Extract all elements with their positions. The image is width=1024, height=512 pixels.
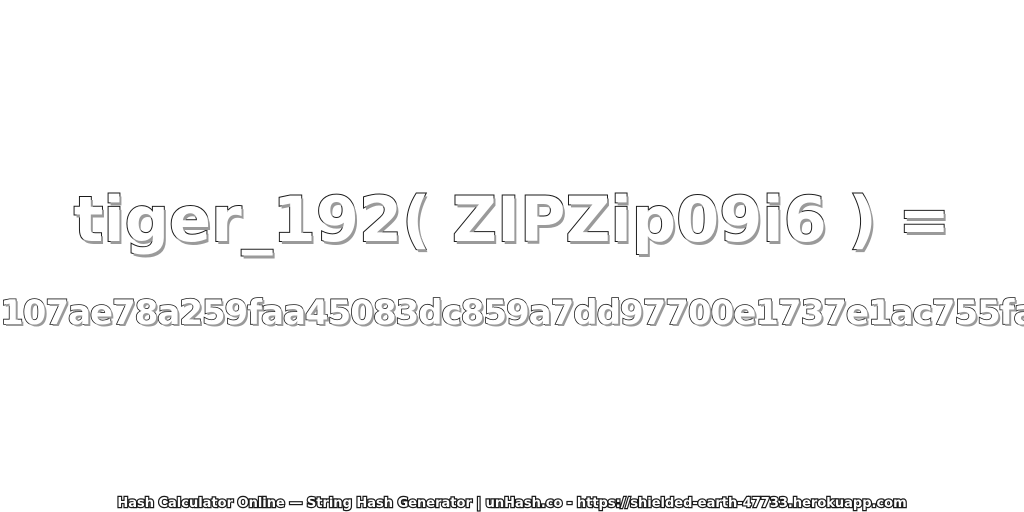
site-footer-credit: Hash Calculator Online — String Hash Gen… [116, 495, 908, 512]
hash-value-text: 107ae78a259faa45083dc859a7dd97700e1737e1… [0, 292, 1024, 334]
hash-result-image: tiger_192( ZIPZip09i6 ) = 107ae78a259faa… [0, 0, 1024, 512]
hash-expression-heading: tiger_192( ZIPZip09i6 ) = [73, 182, 951, 257]
